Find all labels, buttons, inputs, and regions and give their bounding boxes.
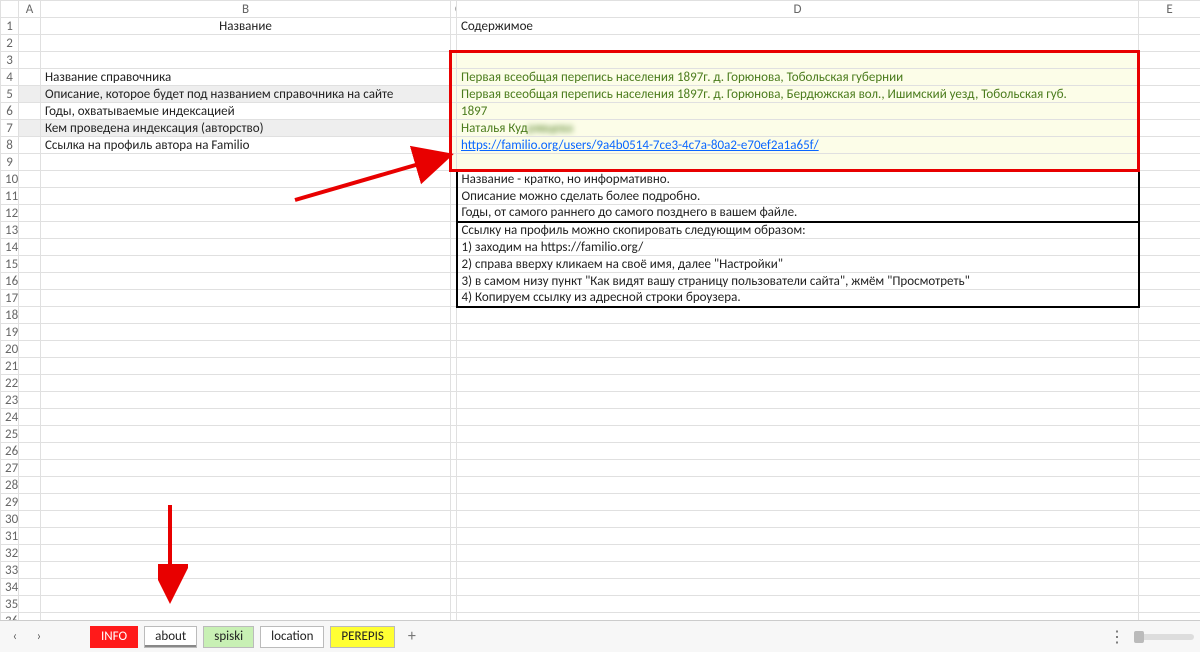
cell-D7-content[interactable]: Наталья Кудрявцева bbox=[457, 120, 1139, 137]
spreadsheet-grid[interactable]: A B C D E 1 Название Содержимое 2 3 4 На… bbox=[0, 0, 1200, 630]
row-header[interactable]: 30 bbox=[1, 511, 19, 528]
cell-B5-label[interactable]: Описание, которое будет под названием сп… bbox=[41, 86, 451, 103]
tab-perepis[interactable]: PEREPIS bbox=[330, 626, 394, 648]
cell-B4-label[interactable]: Название справочника bbox=[41, 69, 451, 86]
tab-prev-button[interactable]: ‹ bbox=[6, 628, 24, 646]
cell-D8-link[interactable]: https://familio.org/users/9a4b0514-7ce3-… bbox=[457, 137, 1139, 154]
cell-D4-content[interactable]: Первая всеобщая перепись населения 1897г… bbox=[457, 69, 1139, 86]
row-header[interactable]: 29 bbox=[1, 494, 19, 511]
cell-B1-title[interactable]: Название bbox=[41, 18, 451, 35]
row-4[interactable]: 4 Название справочника Первая всеобщая п… bbox=[1, 69, 1200, 86]
cell-D17-help[interactable]: 4) Копируем ссылку из адресной строки бр… bbox=[457, 290, 1139, 307]
row-header[interactable]: 25 bbox=[1, 426, 19, 443]
row-header[interactable]: 32 bbox=[1, 545, 19, 562]
row-header[interactable]: 17 bbox=[1, 290, 19, 307]
cell-B8-label[interactable]: Ссылка на профиль автора на Familio bbox=[41, 137, 451, 154]
horizontal-scroll-bar[interactable] bbox=[1134, 634, 1194, 640]
author-prefix: Наталья Куд bbox=[461, 121, 528, 136]
row-header[interactable]: 34 bbox=[1, 579, 19, 596]
add-sheet-button[interactable]: + bbox=[401, 627, 423, 646]
cell-D11-help[interactable]: Описание можно сделать более подробно. bbox=[457, 188, 1139, 205]
row-header[interactable]: 2 bbox=[1, 35, 19, 52]
cell-B7-label[interactable]: Кем проведена индексация (авторство) bbox=[41, 120, 451, 137]
row-header[interactable]: 9 bbox=[1, 154, 19, 171]
cell-D14-help[interactable]: 1) заходим на https://familio.org/ bbox=[457, 239, 1139, 256]
row-header[interactable]: 21 bbox=[1, 358, 19, 375]
row-header[interactable]: 8 bbox=[1, 137, 19, 154]
row-header[interactable]: 10 bbox=[1, 171, 19, 188]
row-header[interactable]: 33 bbox=[1, 562, 19, 579]
row-header[interactable]: 23 bbox=[1, 392, 19, 409]
cell-D15-help[interactable]: 2) справа вверху кликаем на своё имя, да… bbox=[457, 256, 1139, 273]
select-all-cell[interactable] bbox=[1, 1, 19, 18]
row-header[interactable]: 4 bbox=[1, 69, 19, 86]
row-header[interactable]: 5 bbox=[1, 86, 19, 103]
row-header[interactable]: 13 bbox=[1, 222, 19, 239]
sheet-tab-bar: ‹ › INFO about spiski location PEREPIS +… bbox=[0, 620, 1200, 652]
row-header[interactable]: 1 bbox=[1, 18, 19, 35]
row-header[interactable]: 14 bbox=[1, 239, 19, 256]
cell-D10-help[interactable]: Название - кратко, но информативно. bbox=[457, 171, 1139, 188]
row-header[interactable]: 35 bbox=[1, 596, 19, 613]
col-header-D[interactable]: D bbox=[457, 1, 1139, 18]
tab-info[interactable]: INFO bbox=[90, 626, 138, 648]
cell-D16-help[interactable]: 3) в самом низу пункт "Как видят вашу ст… bbox=[457, 273, 1139, 290]
spreadsheet-area: A B C D E 1 Название Содержимое 2 3 4 На… bbox=[0, 0, 1200, 620]
author-blurred: рявцева bbox=[528, 121, 573, 136]
row-header[interactable]: 7 bbox=[1, 120, 19, 137]
tab-menu-button[interactable]: ⋮ bbox=[1109, 627, 1126, 647]
row-header[interactable]: 19 bbox=[1, 324, 19, 341]
row-1[interactable]: 1 Название Содержимое bbox=[1, 18, 1200, 35]
row-header[interactable]: 24 bbox=[1, 409, 19, 426]
cell-D12-help[interactable]: Годы, от самого раннего до самого поздне… bbox=[457, 205, 1139, 222]
row-header[interactable]: 18 bbox=[1, 307, 19, 324]
row-header[interactable]: 31 bbox=[1, 528, 19, 545]
tab-next-button[interactable]: › bbox=[30, 628, 48, 646]
cell-D6-content[interactable]: 1897 bbox=[457, 103, 1139, 120]
row-header[interactable]: 16 bbox=[1, 273, 19, 290]
column-header-row[interactable]: A B C D E bbox=[1, 1, 1200, 18]
tab-location[interactable]: location bbox=[260, 626, 324, 648]
row-header[interactable]: 28 bbox=[1, 477, 19, 494]
cell-B6-label[interactable]: Годы, охватываемые индексацией bbox=[41, 103, 451, 120]
col-header-B[interactable]: B bbox=[41, 1, 451, 18]
col-header-E[interactable]: E bbox=[1139, 1, 1200, 18]
cell-D5-content[interactable]: Первая всеобщая перепись населения 1897г… bbox=[457, 86, 1139, 103]
row-header[interactable]: 12 bbox=[1, 205, 19, 222]
tab-spiski[interactable]: spiski bbox=[203, 626, 254, 648]
row-header[interactable]: 15 bbox=[1, 256, 19, 273]
row-header[interactable]: 3 bbox=[1, 52, 19, 69]
row-header[interactable]: 27 bbox=[1, 460, 19, 477]
row-header[interactable]: 11 bbox=[1, 188, 19, 205]
row-header[interactable]: 20 bbox=[1, 341, 19, 358]
row-header[interactable]: 22 bbox=[1, 375, 19, 392]
col-header-C[interactable]: C bbox=[451, 1, 457, 18]
row-header[interactable]: 6 bbox=[1, 103, 19, 120]
row-header[interactable]: 26 bbox=[1, 443, 19, 460]
col-header-A[interactable]: A bbox=[19, 1, 41, 18]
cell-D1-title[interactable]: Содержимое bbox=[457, 18, 1139, 35]
cell-D13-help[interactable]: Ссылку на профиль можно скопировать след… bbox=[457, 222, 1139, 239]
tab-about[interactable]: about bbox=[144, 626, 197, 648]
